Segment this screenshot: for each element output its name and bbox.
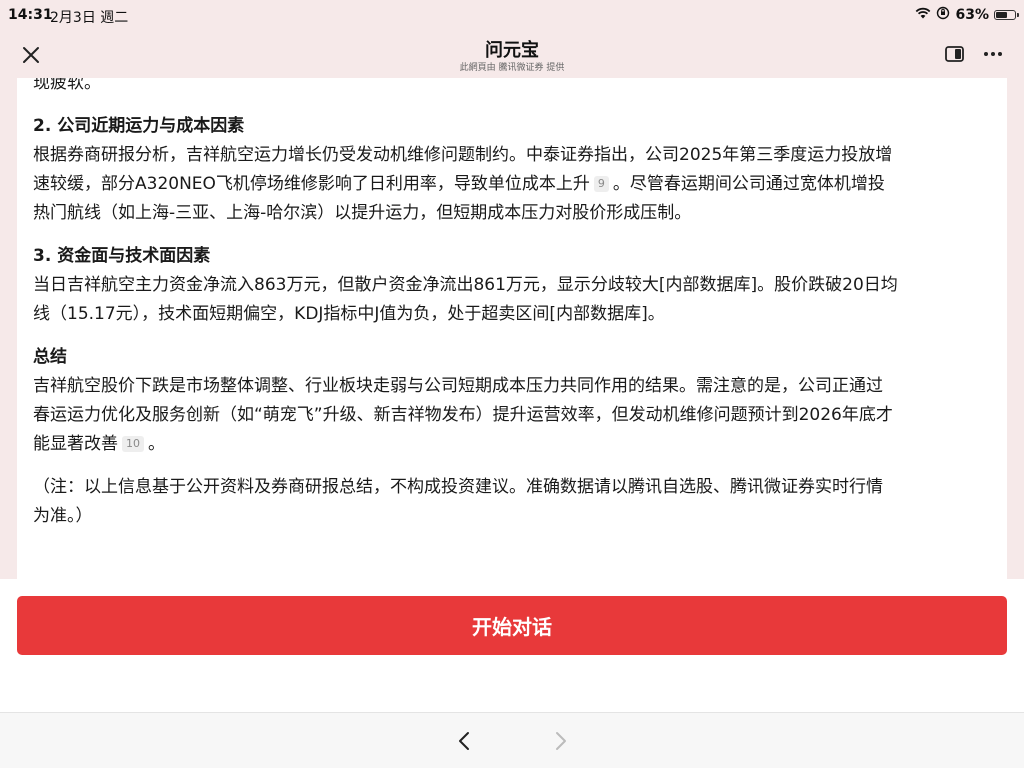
paragraph-line: 春运运力优化及服务创新（如“萌宠飞”升级、新吉祥物发布）提升运营效率，但发动机维… xyxy=(33,405,893,425)
cut-off-line: 现疲软。 xyxy=(33,78,101,93)
citation-badge[interactable]: 9 xyxy=(593,176,609,192)
status-indicators: 63% xyxy=(915,6,1019,24)
battery-icon xyxy=(994,10,1019,20)
paragraph-line: 吉祥航空股价下跌是市场整体调整、行业板块走弱与公司短期成本压力共同作用的结果。需… xyxy=(33,376,883,396)
nav-header: 问元宝 此網頁由 騰讯微证券 提供 xyxy=(0,32,1024,78)
browser-toolbar xyxy=(0,712,1024,768)
chevron-right-icon xyxy=(556,732,566,750)
chevron-left-icon xyxy=(459,732,469,750)
panel-button[interactable] xyxy=(944,44,966,64)
paragraph-line: 热门航线（如上海-三亚、上海-哈尔滨）以提升运力，但短期成本压力对股价形成压制。 xyxy=(33,203,692,223)
paragraph-text: 。 xyxy=(148,434,165,454)
forward-button[interactable] xyxy=(549,729,571,753)
battery-fill xyxy=(996,12,1007,18)
bottom-action-area: 开始对话 xyxy=(0,579,1024,712)
section-heading: 3. 资金面与技术面因素 xyxy=(33,246,211,266)
content-card: 现疲软。 2. 公司近期运力与成本因素 根据券商研报分析，吉祥航空运力增长仍受发… xyxy=(17,78,1007,579)
paragraph-text: 能显著改善 xyxy=(33,434,118,454)
rotation-lock-icon xyxy=(936,6,950,24)
page-provider: 此網頁由 騰讯微证券 提供 xyxy=(459,63,565,73)
status-date: 2月3日 週二 xyxy=(50,10,129,26)
status-bar: 14:31 2月3日 週二 63% xyxy=(0,0,1024,32)
paragraph-line: 根据券商研报分析，吉祥航空运力增长仍受发动机维修问题制约。中泰证券指出，公司20… xyxy=(33,145,893,165)
section-heading: 总结 xyxy=(33,347,67,367)
paragraph-text: 速较缓，部分A320NEO飞机停场维修影响了日利用率，导致单位成本上升 xyxy=(33,174,590,194)
page-title: 问元宝 xyxy=(485,40,539,61)
paragraph-text: 。尽管春运期间公司通过宽体机增投 xyxy=(612,174,885,194)
disclaimer-line: 为准。） xyxy=(33,506,93,526)
citation-badge[interactable]: 10 xyxy=(122,436,144,452)
sidebar-panel-icon xyxy=(945,46,964,62)
disclaimer-line: （注：以上信息基于公开资料及券商研报总结，不构成投资建议。准确数据请以腾讯自选股… xyxy=(33,477,883,497)
paragraph-line: 能显著改善 10。 xyxy=(33,430,993,459)
status-time: 14:31 xyxy=(8,7,53,23)
section-heading: 2. 公司近期运力与成本因素 xyxy=(33,116,245,136)
more-button[interactable] xyxy=(982,44,1004,64)
back-button[interactable] xyxy=(454,729,476,753)
answer-text: 现疲软。 2. 公司近期运力与成本因素 根据券商研报分析，吉祥航空运力增长仍受发… xyxy=(33,78,993,531)
battery-percent: 63% xyxy=(955,7,989,23)
paragraph-line: 当日吉祥航空主力资金净流入863万元，但散户资金净流出861万元，显示分歧较大[… xyxy=(33,275,898,295)
paragraph-line: 速较缓，部分A320NEO飞机停场维修影响了日利用率，导致单位成本上升 9 。尽管春… xyxy=(33,170,993,199)
wifi-icon xyxy=(915,7,931,23)
more-dots-icon xyxy=(984,52,1002,56)
paragraph-line: 线（15.17元），技术面短期偏空，KDJ指标中J值为负，处于超卖区间[内部数据… xyxy=(33,304,665,324)
start-chat-button[interactable]: 开始对话 xyxy=(17,596,1007,655)
